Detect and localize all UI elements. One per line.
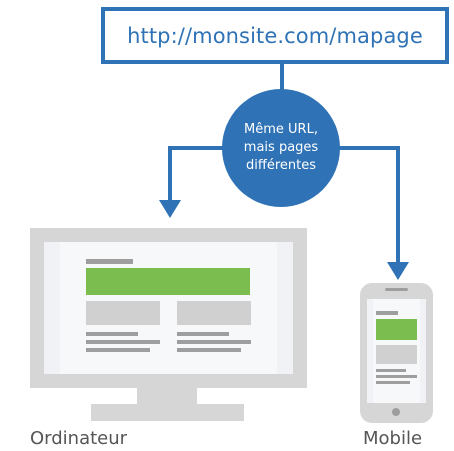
bubble-to-desktop-arrow-line	[168, 146, 224, 203]
bubble-to-mobile-arrow-line	[338, 146, 400, 265]
desktop-monitor-icon	[30, 228, 307, 421]
diagram-graphics	[30, 62, 433, 423]
url-box: http://monsite.com/mapage	[101, 7, 449, 64]
mobile-label: Mobile	[363, 428, 423, 449]
url-text: http://monsite.com/mapage	[127, 23, 423, 48]
desktop-label: Ordinateur	[30, 428, 128, 449]
bubble-line-2: mais pages	[243, 140, 319, 155]
desktop-arrow-head-icon	[159, 200, 181, 218]
bubble-line-1: Même URL,	[244, 122, 318, 137]
explanation-bubble: Même URL, mais pages différentes	[222, 89, 340, 207]
mobile-arrow-head-icon	[387, 262, 409, 280]
mobile-phone-icon	[360, 283, 433, 423]
bubble-line-3: différentes	[246, 158, 316, 173]
